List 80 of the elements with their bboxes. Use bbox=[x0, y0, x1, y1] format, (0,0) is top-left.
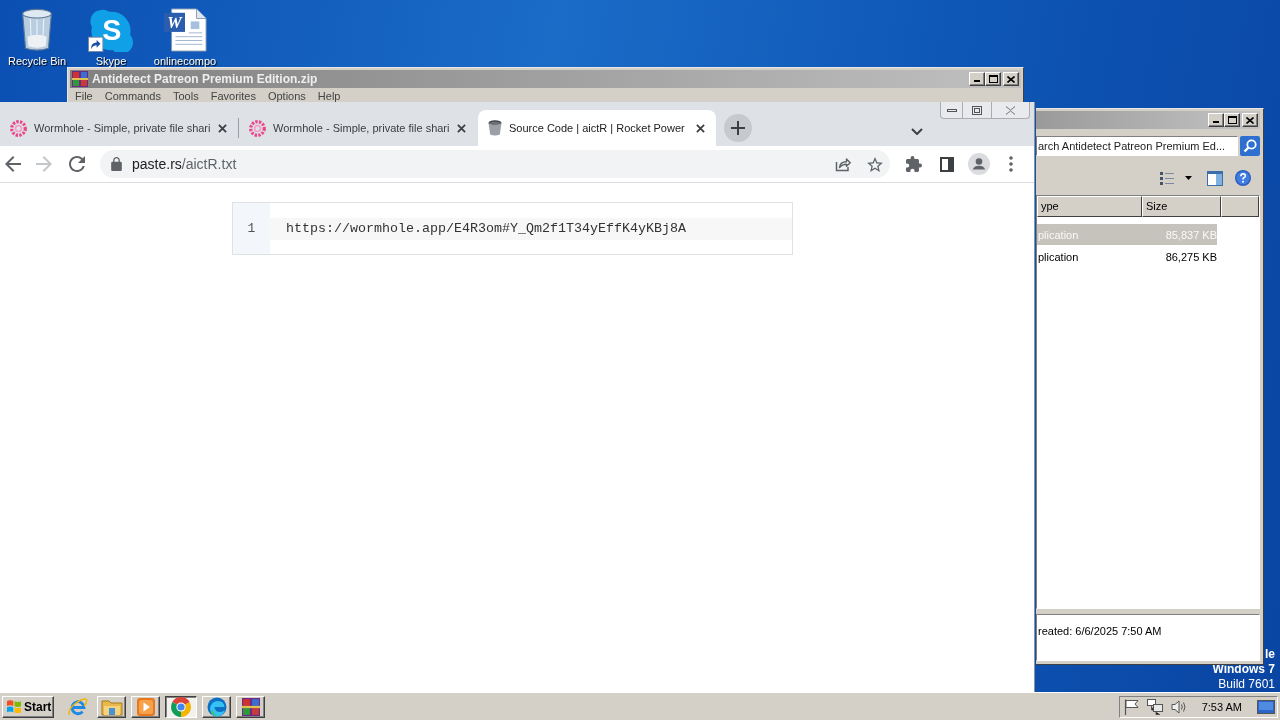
search-icon[interactable] bbox=[1240, 136, 1260, 156]
windows-flag-icon bbox=[6, 699, 22, 714]
flag-icon[interactable] bbox=[1123, 698, 1139, 715]
lock-icon bbox=[111, 157, 122, 171]
maximize-icon bbox=[1227, 116, 1237, 124]
file-row[interactable]: plication 86,275 KB bbox=[1037, 246, 1217, 267]
minimize-icon bbox=[1213, 121, 1219, 123]
help-icon[interactable] bbox=[1235, 170, 1251, 186]
side-panel-icon[interactable] bbox=[940, 156, 954, 172]
menu-item[interactable]: File bbox=[70, 89, 98, 102]
menu-item[interactable]: Help bbox=[312, 89, 346, 102]
column-header[interactable] bbox=[1221, 196, 1259, 217]
bucket-favicon-icon bbox=[488, 120, 502, 136]
os-version-text: le bbox=[1265, 647, 1275, 662]
icon-label: Recycle Bin bbox=[7, 55, 67, 67]
network-icon[interactable] bbox=[1146, 698, 1163, 715]
dropdown-arrow-icon[interactable] bbox=[1185, 176, 1192, 180]
view-list-icon[interactable] bbox=[1160, 171, 1174, 185]
browser-tab[interactable]: Wormhole - Simple, private file shari bbox=[239, 110, 477, 146]
table-cell-text: 86,275 KB bbox=[1164, 250, 1217, 263]
menu-item[interactable]: Tools bbox=[168, 89, 204, 102]
os-version-text: Windows 7 bbox=[1212, 662, 1275, 677]
icon-label: Skype bbox=[95, 55, 127, 67]
close-icon bbox=[1007, 75, 1015, 83]
menu-item[interactable]: Favorites bbox=[205, 89, 261, 102]
edge-icon bbox=[206, 696, 227, 717]
close-icon bbox=[1005, 105, 1016, 115]
plus-icon bbox=[731, 121, 745, 135]
menu-item[interactable]: Commands bbox=[99, 89, 166, 102]
swirl-favicon-icon bbox=[249, 119, 266, 137]
column-header[interactable]: ype bbox=[1037, 196, 1142, 217]
browser-tab[interactable]: Wormhole - Simple, private file shari bbox=[0, 110, 238, 146]
recycle-bin-icon[interactable] bbox=[19, 8, 55, 52]
minimize-button[interactable] bbox=[940, 102, 963, 119]
star-icon[interactable] bbox=[867, 156, 883, 172]
url-text: paste.rs/aictR.txt bbox=[132, 156, 237, 172]
close-icon[interactable] bbox=[457, 123, 466, 133]
close-icon[interactable] bbox=[218, 123, 227, 133]
swirl-favicon-icon bbox=[10, 119, 27, 137]
media-player-icon bbox=[136, 697, 155, 716]
close-icon[interactable] bbox=[696, 123, 705, 133]
table-cell-text: plication bbox=[1037, 250, 1080, 263]
minimize-icon bbox=[974, 80, 980, 82]
back-icon[interactable] bbox=[5, 156, 21, 172]
line-number: 1 bbox=[246, 220, 257, 238]
volume-icon[interactable] bbox=[1170, 698, 1187, 715]
archive-app-icon bbox=[241, 697, 260, 716]
folder-icon bbox=[100, 697, 123, 716]
maximize-button[interactable] bbox=[1224, 113, 1240, 127]
restore-icon bbox=[972, 105, 982, 115]
archive-app-icon bbox=[72, 71, 88, 87]
restore-button[interactable] bbox=[963, 102, 992, 119]
table-cell-text: 85,837 KB bbox=[1164, 228, 1217, 241]
details-text: reated: 6/6/2025 7:50 AM bbox=[1038, 625, 1162, 637]
clock-text: 7:53 AM bbox=[1201, 700, 1242, 713]
chrome-icon bbox=[171, 696, 191, 717]
menu-item[interactable]: Options bbox=[262, 89, 311, 102]
chevron-down-icon[interactable] bbox=[911, 128, 923, 135]
maximize-button[interactable] bbox=[985, 72, 1001, 86]
more-menu-icon[interactable] bbox=[1009, 156, 1013, 172]
reload-icon[interactable] bbox=[69, 156, 85, 172]
start-button[interactable]: Start bbox=[2, 695, 54, 718]
taskbar-button[interactable] bbox=[165, 695, 197, 718]
show-desktop-icon[interactable] bbox=[1257, 699, 1275, 714]
os-version-text: Build 7601 bbox=[1218, 677, 1275, 692]
minimize-icon bbox=[946, 108, 957, 112]
window-title: Antidetect Patreon Premium Edition.zip bbox=[92, 72, 318, 86]
icon-label: onlinecompo bbox=[153, 55, 217, 67]
close-icon bbox=[1246, 116, 1254, 124]
avatar-icon[interactable] bbox=[968, 153, 990, 175]
share-icon[interactable] bbox=[835, 156, 851, 172]
table-cell-text: plication bbox=[1037, 228, 1080, 241]
new-tab-button[interactable] bbox=[724, 114, 752, 142]
preview-pane-icon[interactable] bbox=[1207, 170, 1223, 186]
search-field[interactable]: arch Antidetect Patreon Premium Ed... bbox=[1036, 136, 1238, 156]
maximize-icon bbox=[988, 75, 998, 83]
address-bar[interactable]: paste.rs/aictR.txt bbox=[100, 150, 890, 178]
column-header[interactable]: Size bbox=[1142, 196, 1221, 217]
puzzle-icon[interactable] bbox=[906, 156, 922, 172]
browser-tab[interactable]: Source Code | aictR | Rocket Power bbox=[478, 110, 716, 146]
